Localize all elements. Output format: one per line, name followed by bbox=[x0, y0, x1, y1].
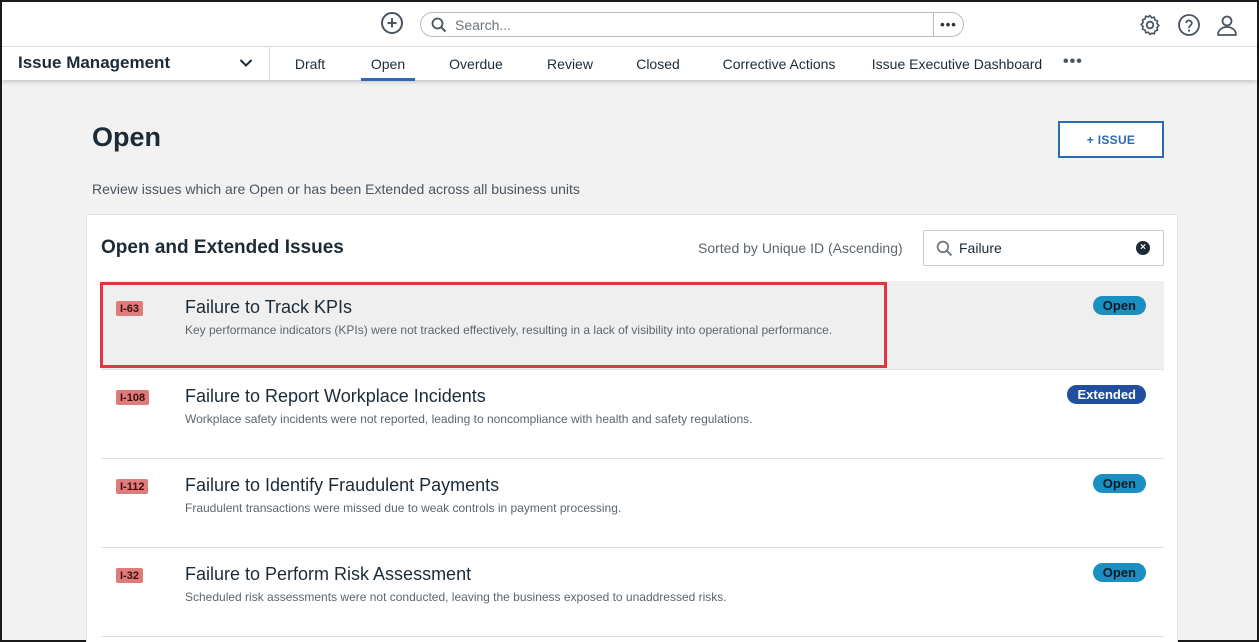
sort-label[interactable]: Sorted by Unique ID (Ascending) bbox=[698, 240, 903, 256]
issue-row[interactable]: I-32 Failure to Perform Risk Assessment … bbox=[101, 548, 1164, 637]
add-icon[interactable]: + bbox=[381, 12, 403, 34]
page-title: Open bbox=[92, 122, 162, 152]
issue-title[interactable]: Failure to Identify Fraudulent Payments bbox=[185, 475, 499, 496]
module-name: Issue Management bbox=[18, 53, 171, 72]
tab-issue-executive-dashboard[interactable]: Issue Executive Dashboard bbox=[872, 47, 1042, 80]
tab-overdue[interactable]: Overdue bbox=[442, 47, 510, 80]
search-icon bbox=[936, 240, 953, 257]
status-badge: Open bbox=[1092, 296, 1146, 315]
user-icon[interactable] bbox=[1215, 13, 1239, 37]
global-search[interactable]: ••• bbox=[420, 12, 964, 37]
module-nav: Issue Management Draft Open Overdue Revi… bbox=[2, 46, 1257, 81]
issue-id-badge: I-112 bbox=[116, 479, 149, 494]
filter-search[interactable]: Failure × bbox=[923, 230, 1164, 266]
tab-corrective-actions[interactable]: Corrective Actions bbox=[717, 47, 841, 80]
chevron-down-icon bbox=[239, 59, 253, 67]
issue-row[interactable]: I-112 Failure to Identify Fraudulent Pay… bbox=[101, 459, 1164, 548]
issues-card: Open and Extended Issues Sorted by Uniqu… bbox=[86, 214, 1178, 642]
issue-title[interactable]: Failure to Report Workplace Incidents bbox=[185, 386, 486, 407]
card-title: Open and Extended Issues bbox=[101, 237, 344, 258]
search-icon bbox=[431, 17, 447, 33]
module-selector[interactable]: Issue Management bbox=[2, 47, 270, 80]
clear-icon[interactable]: × bbox=[1136, 241, 1150, 255]
top-bar: + ••• bbox=[2, 2, 1257, 46]
tab-closed[interactable]: Closed bbox=[630, 47, 686, 80]
highlight-annotation bbox=[100, 282, 887, 368]
status-badge: Open bbox=[1092, 474, 1146, 493]
status-badge: Open bbox=[1092, 563, 1146, 582]
help-icon[interactable] bbox=[1177, 13, 1201, 37]
issue-id-badge: I-108 bbox=[116, 390, 150, 405]
more-tabs-button[interactable]: ••• bbox=[1063, 53, 1083, 71]
search-options-button[interactable]: ••• bbox=[933, 13, 963, 36]
issue-id-badge: I-32 bbox=[116, 568, 143, 583]
tab-draft[interactable]: Draft bbox=[285, 47, 335, 80]
search-input[interactable] bbox=[455, 15, 925, 34]
status-badge: Extended bbox=[1067, 385, 1146, 404]
tab-review[interactable]: Review bbox=[540, 47, 600, 80]
issue-description: Fraudulent transactions were missed due … bbox=[185, 501, 622, 515]
add-issue-button[interactable]: + ISSUE bbox=[1058, 121, 1164, 158]
issue-title[interactable]: Failure to Perform Risk Assessment bbox=[185, 564, 471, 585]
gear-icon[interactable] bbox=[1138, 13, 1162, 37]
tab-open[interactable]: Open bbox=[361, 47, 415, 81]
issue-description: Workplace safety incidents were not repo… bbox=[185, 412, 753, 426]
issue-row[interactable]: I-108 Failure to Report Workplace Incide… bbox=[101, 370, 1164, 459]
page-description: Review issues which are Open or has been… bbox=[92, 181, 580, 197]
issue-description: Scheduled risk assessments were not cond… bbox=[185, 590, 727, 604]
filter-input-value[interactable]: Failure bbox=[959, 240, 1002, 256]
